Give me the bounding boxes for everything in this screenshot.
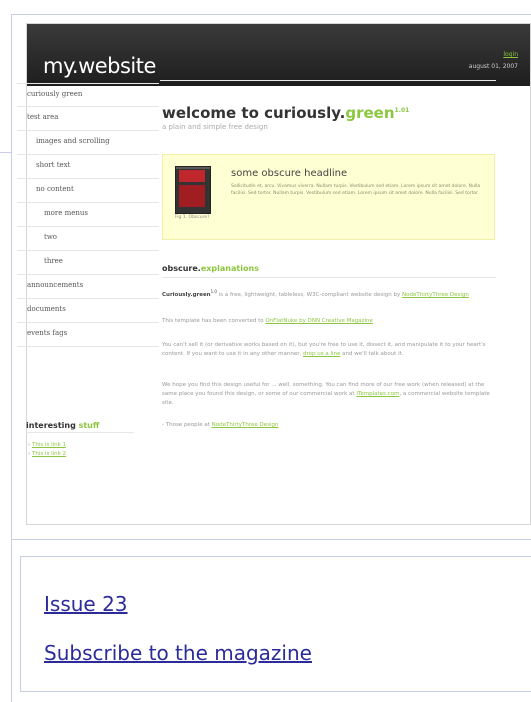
nav-item: more menus	[17, 203, 159, 227]
feature-headline: some obscure headline	[231, 168, 348, 179]
subscribe-link[interactable]: Subscribe to the magazine	[44, 641, 312, 665]
paragraph-3: You can't sell it (or derivative works b…	[162, 342, 486, 357]
book-cover-image	[175, 166, 211, 214]
paragraph-1: Curiously.green1.0 is a free, lightweigh…	[162, 289, 469, 298]
nav-item: documents	[17, 299, 159, 323]
site-date: august 01, 2007	[468, 63, 518, 70]
explanations-heading: obscure.explanations	[162, 264, 259, 273]
nav-item: short text	[17, 155, 159, 179]
figure-caption: Fig 1. Obscure?	[175, 215, 210, 220]
interesting-link-2: This is link 2	[31, 451, 67, 457]
issue-link[interactable]: Issue 23	[44, 592, 128, 616]
interesting-link-1: This is link 1	[31, 442, 67, 448]
nav-item: three	[17, 251, 159, 275]
separator-line	[11, 539, 531, 540]
nav-item: test area	[17, 107, 159, 131]
magazine-links-panel	[20, 556, 531, 692]
interesting-heading: interesting stuff	[26, 421, 100, 430]
frame-side-tick	[0, 152, 12, 153]
site-logo: my.website	[43, 54, 156, 78]
nav-item: events fags	[17, 323, 159, 347]
site-header: my.website login august 01, 2007	[27, 24, 530, 86]
itemplates-link: ITemplates.com	[356, 391, 400, 397]
dnn-link: OnFlatNuke by DNN Creative Magazine	[265, 318, 373, 324]
drop-us-a-line-link: drop us a line	[303, 351, 341, 357]
paragraph-2: This template has been converted to OnFl…	[162, 318, 373, 324]
frame-top-line	[11, 14, 531, 15]
frame-left-line	[11, 14, 12, 702]
nodethirtythree-link: NodeThirtyThree Design	[402, 291, 469, 298]
nav-item: announcements	[17, 275, 159, 299]
feature-text: Sollicitudin et, arcu. Vivamus viverra. …	[231, 184, 481, 196]
nodethirtythree-link-2: NodeThirtyThree Design	[211, 422, 279, 428]
welcome-title: welcome to curiously.green1.01	[162, 104, 410, 122]
nav-item: images and scrolling	[17, 131, 159, 155]
nav-item: no content	[17, 179, 159, 203]
nav-item: curiously green	[17, 83, 159, 107]
nav-item: two	[17, 227, 159, 251]
paragraph-4: We hope you find this design useful for …	[162, 382, 490, 406]
welcome-tagline: a plain and simple free design	[162, 123, 268, 131]
site-nav: curiously green test area images and scrol…	[17, 83, 159, 347]
explanations-rule	[162, 277, 496, 278]
paragraph-5: - Those people at NodeThirtyThree Design	[162, 422, 279, 428]
interesting-links: › This is link 1 › This is link 2	[28, 442, 67, 457]
login-link: login	[503, 51, 518, 58]
main-top-rule	[160, 80, 496, 81]
feature-box: Fig 1. Obscure? some obscure headline So…	[162, 154, 495, 240]
interesting-rule	[26, 432, 134, 433]
